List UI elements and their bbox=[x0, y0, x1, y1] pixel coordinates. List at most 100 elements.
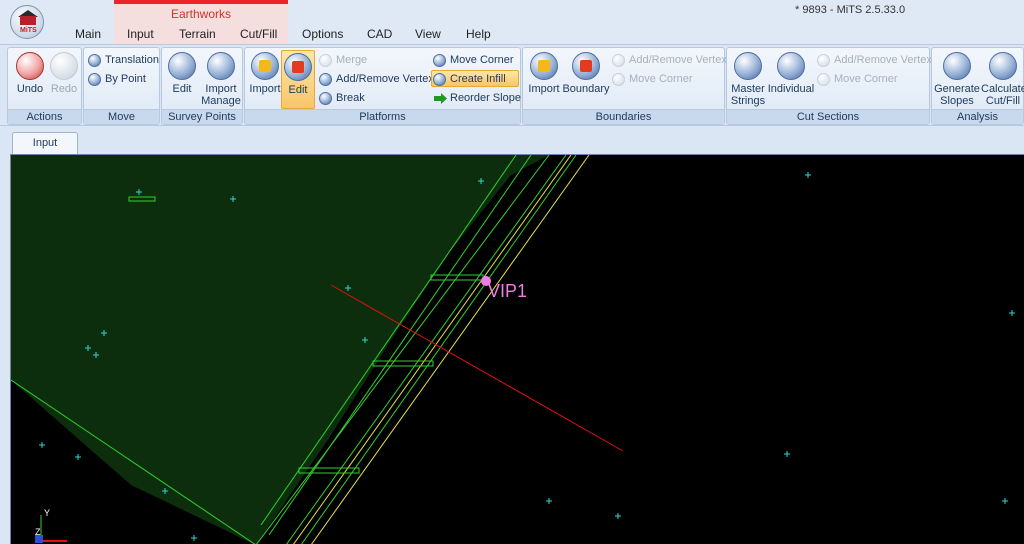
green-arrow-icon bbox=[434, 93, 447, 104]
redo-button[interactable]: Redo bbox=[44, 50, 84, 110]
viewport-canvas[interactable]: VIP1 Y Z bbox=[11, 155, 1024, 544]
generate-slopes-label-1: Generate bbox=[934, 83, 980, 95]
merge-button[interactable]: Merge bbox=[318, 52, 367, 69]
break-button[interactable]: Break bbox=[318, 90, 365, 107]
cut-add-remove-vertex-button[interactable]: Add/Remove Vertex bbox=[816, 52, 932, 69]
cad-viewport[interactable]: VIP1 Y Z bbox=[10, 154, 1024, 544]
tab-cad[interactable]: CAD bbox=[367, 27, 392, 41]
boundary-add-remove-vertex-icon bbox=[612, 54, 625, 67]
group-cut-sections: Master Strings Individual Add/Remove Ver… bbox=[726, 47, 932, 125]
context-group-label: Earthworks bbox=[170, 7, 232, 21]
logo-house-icon bbox=[20, 16, 36, 25]
import-manage-button[interactable]: Import Manage bbox=[200, 50, 242, 110]
redo-icon bbox=[50, 52, 78, 80]
platform-import-icon bbox=[251, 52, 279, 80]
cut-section-line bbox=[330, 284, 624, 452]
title-bar: MiTS Earthworks * 9893 - MiTS 2.5.33.0 M… bbox=[0, 0, 1024, 44]
create-infill-icon bbox=[433, 73, 446, 86]
group-move: Translation By Point Move bbox=[83, 47, 160, 125]
translation-label: Translation bbox=[105, 54, 160, 66]
translation-button[interactable]: Translation bbox=[87, 52, 159, 69]
document-tab-input[interactable]: Input bbox=[12, 132, 78, 154]
master-strings-label-2: Strings bbox=[730, 95, 766, 107]
tab-main[interactable]: Main bbox=[75, 27, 101, 41]
redo-label: Redo bbox=[50, 83, 78, 95]
calculate-cut-fill-button[interactable]: Calculate Cut/Fill bbox=[981, 50, 1024, 110]
platform-import-button[interactable]: Import bbox=[245, 50, 285, 110]
calculate-cut-fill-icon bbox=[989, 52, 1017, 80]
translation-icon bbox=[88, 54, 101, 67]
context-group-bar bbox=[114, 0, 288, 4]
platform-add-remove-vertex-button[interactable]: Add/Remove Vertex bbox=[318, 71, 434, 88]
reorder-slope-button[interactable]: Reorder Slope bbox=[432, 90, 521, 107]
merge-label: Merge bbox=[336, 54, 368, 66]
calculate-cut-fill-label-2: Cut/Fill bbox=[985, 95, 1021, 107]
app-menu-button[interactable]: MiTS bbox=[10, 5, 44, 39]
group-platforms: Import Edit Merge Add/Remove Vertex Brea… bbox=[244, 47, 521, 125]
by-point-button[interactable]: By Point bbox=[87, 71, 146, 88]
axis-z-label: Z bbox=[35, 527, 41, 537]
boundary-move-corner-button[interactable]: Move Corner bbox=[611, 71, 693, 88]
group-survey-points: Edit Import Manage Survey Points bbox=[161, 47, 243, 125]
boundary-import-button[interactable]: Import bbox=[524, 50, 564, 110]
tab-view[interactable]: View bbox=[415, 27, 441, 41]
individual-button[interactable]: Individual bbox=[767, 50, 815, 110]
axis-indicator: Y Z bbox=[35, 508, 67, 543]
platform-surface bbox=[11, 155, 549, 544]
generate-slopes-label-2: Slopes bbox=[940, 95, 974, 107]
group-label-survey-points: Survey Points bbox=[162, 109, 242, 124]
individual-label: Individual bbox=[767, 83, 815, 95]
individual-icon bbox=[777, 52, 805, 80]
generate-slopes-button[interactable]: Generate Slopes bbox=[934, 50, 980, 110]
undo-label: Undo bbox=[16, 83, 44, 95]
group-actions: Undo Redo Actions bbox=[7, 47, 82, 125]
break-icon bbox=[319, 92, 332, 105]
group-label-cut-sections: Cut Sections bbox=[727, 109, 929, 124]
platform-move-corner-button[interactable]: Move Corner bbox=[432, 52, 514, 69]
group-boundaries: Import Boundary Add/Remove Vertex Move C… bbox=[522, 47, 727, 125]
master-strings-icon bbox=[734, 52, 762, 80]
vip1-label: VIP1 bbox=[488, 281, 527, 301]
tab-options[interactable]: Options bbox=[302, 27, 343, 41]
move-corner-icon bbox=[433, 54, 446, 67]
import-manage-label-2: Manage bbox=[201, 95, 241, 107]
calculate-cut-fill-label-1: Calculate bbox=[981, 83, 1024, 95]
document-area: Input VIP1 Y Z bbox=[0, 126, 1024, 544]
boundary-import-label: Import bbox=[528, 83, 560, 95]
tab-cut-fill[interactable]: Cut/Fill bbox=[240, 27, 277, 41]
boundary-move-corner-icon bbox=[612, 73, 625, 86]
survey-edit-button[interactable]: Edit bbox=[162, 50, 202, 110]
boundary-label: Boundary bbox=[562, 83, 610, 95]
break-label: Break bbox=[336, 92, 365, 104]
group-label-move: Move bbox=[84, 109, 159, 124]
cut-move-corner-icon bbox=[817, 73, 830, 86]
cut-move-corner-button[interactable]: Move Corner bbox=[816, 71, 898, 88]
ribbon: Undo Redo Actions Translation By Point M… bbox=[0, 44, 1024, 126]
logo-text: MiTS bbox=[20, 27, 37, 34]
boundary-icon bbox=[572, 52, 600, 80]
create-infill-button[interactable]: Create Infill bbox=[431, 70, 519, 87]
cut-add-remove-vertex-label: Add/Remove Vertex bbox=[834, 54, 932, 66]
platform-edit-button[interactable]: Edit bbox=[281, 50, 315, 109]
reorder-slope-label: Reorder Slope bbox=[450, 92, 521, 104]
undo-icon bbox=[16, 52, 44, 80]
boundary-add-remove-vertex-button[interactable]: Add/Remove Vertex bbox=[611, 52, 727, 69]
group-label-actions: Actions bbox=[8, 109, 81, 124]
master-strings-button[interactable]: Master Strings bbox=[728, 50, 768, 110]
tab-input[interactable]: Input bbox=[127, 27, 154, 41]
axis-y-label: Y bbox=[44, 508, 50, 518]
survey-edit-label: Edit bbox=[172, 83, 192, 95]
tab-help[interactable]: Help bbox=[466, 27, 491, 41]
cut-move-corner-label: Move Corner bbox=[834, 73, 898, 85]
survey-edit-icon bbox=[168, 52, 196, 80]
tab-terrain[interactable]: Terrain bbox=[179, 27, 216, 41]
group-label-platforms: Platforms bbox=[245, 109, 520, 124]
import-manage-label-1: Import bbox=[205, 83, 237, 95]
by-point-icon bbox=[88, 73, 101, 86]
create-infill-label: Create Infill bbox=[450, 73, 506, 85]
platform-import-label: Import bbox=[249, 83, 281, 95]
boundary-button[interactable]: Boundary bbox=[561, 50, 611, 110]
platform-edit-label: Edit bbox=[288, 84, 308, 96]
platform-move-corner-label: Move Corner bbox=[450, 54, 514, 66]
import-manage-icon bbox=[207, 52, 235, 80]
